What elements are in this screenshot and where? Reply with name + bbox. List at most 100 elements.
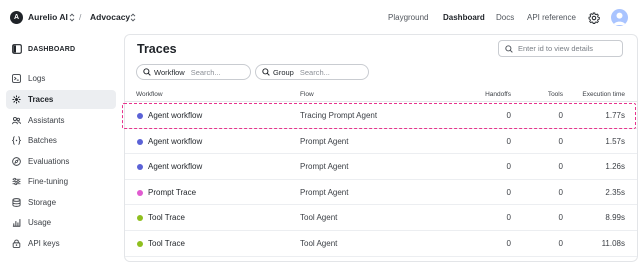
cell-handoffs: 0 xyxy=(506,213,511,223)
breadcrumb-separator: / xyxy=(79,12,82,22)
sidebar-item-label: Evaluations xyxy=(28,156,70,166)
cell-workflow: Agent workflow xyxy=(148,162,203,172)
chevron-up-down-icon[interactable] xyxy=(69,13,75,22)
cell-tools: 0 xyxy=(558,187,563,197)
project-name[interactable]: Advocacy xyxy=(90,12,130,22)
org-avatar[interactable]: A xyxy=(10,11,23,24)
nav-api-reference[interactable]: API reference xyxy=(527,13,576,22)
workflow-filter-input[interactable] xyxy=(190,67,247,77)
table-row[interactable]: Agent workflow Tracing Prompt Agent 0 0 1.77… xyxy=(125,103,637,129)
cell-tools: 0 xyxy=(558,213,563,223)
sidebar-item-label: Traces xyxy=(28,95,54,104)
cell-tools: 0 xyxy=(558,162,563,172)
cell-execution-time: 1.26s xyxy=(605,162,625,172)
sidebar-item-label: Batches xyxy=(28,136,57,145)
cell-execution-time: 1.77s xyxy=(605,111,625,120)
batches-icon xyxy=(12,136,21,145)
cell-tools: 0 xyxy=(558,136,563,146)
usage-icon xyxy=(12,219,21,227)
table-row[interactable]: Agent workflow Prompt Agent 0 0 1.26s xyxy=(125,154,637,180)
sidebar-item-label: Storage xyxy=(28,197,57,207)
nav-docs[interactable]: Docs xyxy=(496,13,514,22)
nav-playground[interactable]: Playground xyxy=(388,13,428,22)
fine-tuning-icon xyxy=(12,177,21,186)
sidebar-item-assistants[interactable]: Assistants xyxy=(6,111,116,130)
storage-icon xyxy=(12,197,21,207)
sidebar: DASHBOARD Logs Traces Assistants Batches… xyxy=(0,34,122,262)
cell-execution-time: 1.57s xyxy=(605,136,625,146)
group-filter[interactable]: Group xyxy=(255,64,369,80)
chevron-up-down-icon[interactable] xyxy=(130,13,136,22)
column-flow[interactable]: Flow xyxy=(300,91,314,98)
table-row[interactable]: Agent workflow Prompt Agent 0 0 1.57s xyxy=(125,129,637,155)
nav-dashboard[interactable]: Dashboard xyxy=(443,13,485,22)
cell-flow: Prompt Agent xyxy=(300,187,349,197)
group-filter-label: Group xyxy=(273,67,294,77)
cell-handoffs: 0 xyxy=(506,239,511,248)
table-header: Workflow Flow Handoffs Tools Execution t… xyxy=(125,88,637,102)
org-name[interactable]: Aurelio AI xyxy=(28,12,68,22)
sidebar-item-label: Usage xyxy=(28,218,52,227)
cell-execution-time: 8.99s xyxy=(605,213,625,223)
status-dot-icon xyxy=(137,138,143,145)
table-row[interactable]: Tool Trace Tool Agent 0 0 8.99s xyxy=(125,205,637,231)
assistants-icon xyxy=(12,116,21,124)
user-avatar-icon[interactable] xyxy=(611,9,628,26)
cell-workflow: Tool Trace xyxy=(148,239,185,248)
cell-flow: Tool Agent xyxy=(300,239,338,248)
sidebar-item-traces[interactable]: Traces xyxy=(6,90,116,109)
cell-handoffs: 0 xyxy=(506,187,511,197)
cell-execution-time: 11.08s xyxy=(601,239,625,248)
status-dot-icon xyxy=(137,241,143,247)
page-title: Traces xyxy=(137,42,177,56)
search-icon xyxy=(143,68,151,76)
cell-workflow: Agent workflow xyxy=(148,111,203,120)
status-dot-icon xyxy=(137,164,143,171)
cell-handoffs: 0 xyxy=(506,136,511,146)
top-bar: A Aurelio AI / Advocacy Playground Dashb… xyxy=(0,0,640,34)
search-icon xyxy=(505,44,513,53)
sidebar-title[interactable]: DASHBOARD xyxy=(12,44,75,54)
traces-panel: Traces Workflow Group Workflow Flow Hand… xyxy=(124,34,638,262)
status-dot-icon xyxy=(137,189,143,196)
cell-workflow: Agent workflow xyxy=(148,136,203,146)
table-row[interactable]: Prompt Trace Prompt Agent 0 0 2.35s xyxy=(125,180,637,206)
id-search-input[interactable] xyxy=(518,44,618,53)
column-handoffs[interactable]: Handoffs xyxy=(485,91,511,98)
cell-workflow: Tool Trace xyxy=(148,213,185,223)
status-dot-icon xyxy=(137,215,143,222)
id-search-box[interactable] xyxy=(498,40,623,57)
sidebar-item-fine-tuning[interactable]: Fine-tuning xyxy=(6,172,116,191)
sidebar-item-label: API keys xyxy=(28,238,60,248)
sidebar-item-usage[interactable]: Usage xyxy=(6,213,116,232)
cell-flow: Prompt Agent xyxy=(300,136,349,146)
workflow-filter[interactable]: Workflow xyxy=(136,64,251,80)
sidebar-item-label: Fine-tuning xyxy=(28,177,69,186)
workflow-filter-label: Workflow xyxy=(154,67,185,77)
search-icon xyxy=(262,68,270,76)
column-execution-time[interactable]: Execution time xyxy=(582,91,625,98)
cell-workflow: Prompt Trace xyxy=(148,187,197,197)
cell-tools: 0 xyxy=(558,239,563,248)
group-filter-input[interactable] xyxy=(299,67,356,77)
cell-execution-time: 2.35s xyxy=(605,187,625,197)
logs-icon xyxy=(12,74,21,83)
cell-flow: Tool Agent xyxy=(300,213,338,223)
evaluations-icon xyxy=(12,156,21,166)
cell-flow: Tracing Prompt Agent xyxy=(300,111,378,120)
column-tools[interactable]: Tools xyxy=(548,91,563,98)
sidebar-item-batches[interactable]: Batches xyxy=(6,131,116,150)
status-dot-icon xyxy=(137,113,143,119)
cell-handoffs: 0 xyxy=(506,162,511,172)
gear-icon[interactable] xyxy=(588,12,600,24)
table-row[interactable]: Tool Trace Tool Agent 0 0 11.08s xyxy=(125,231,637,257)
sidebar-item-evaluations[interactable]: Evaluations xyxy=(6,152,116,171)
sidebar-item-logs[interactable]: Logs xyxy=(6,69,116,88)
cell-flow: Prompt Agent xyxy=(300,162,349,172)
api-keys-icon xyxy=(12,239,21,248)
column-workflow[interactable]: Workflow xyxy=(136,91,163,98)
sidebar-item-api-keys[interactable]: API keys xyxy=(6,234,116,253)
sidebar-item-storage[interactable]: Storage xyxy=(6,193,116,212)
sidebar-item-label: Logs xyxy=(28,74,46,83)
sidebar-panel-icon[interactable] xyxy=(12,44,22,54)
